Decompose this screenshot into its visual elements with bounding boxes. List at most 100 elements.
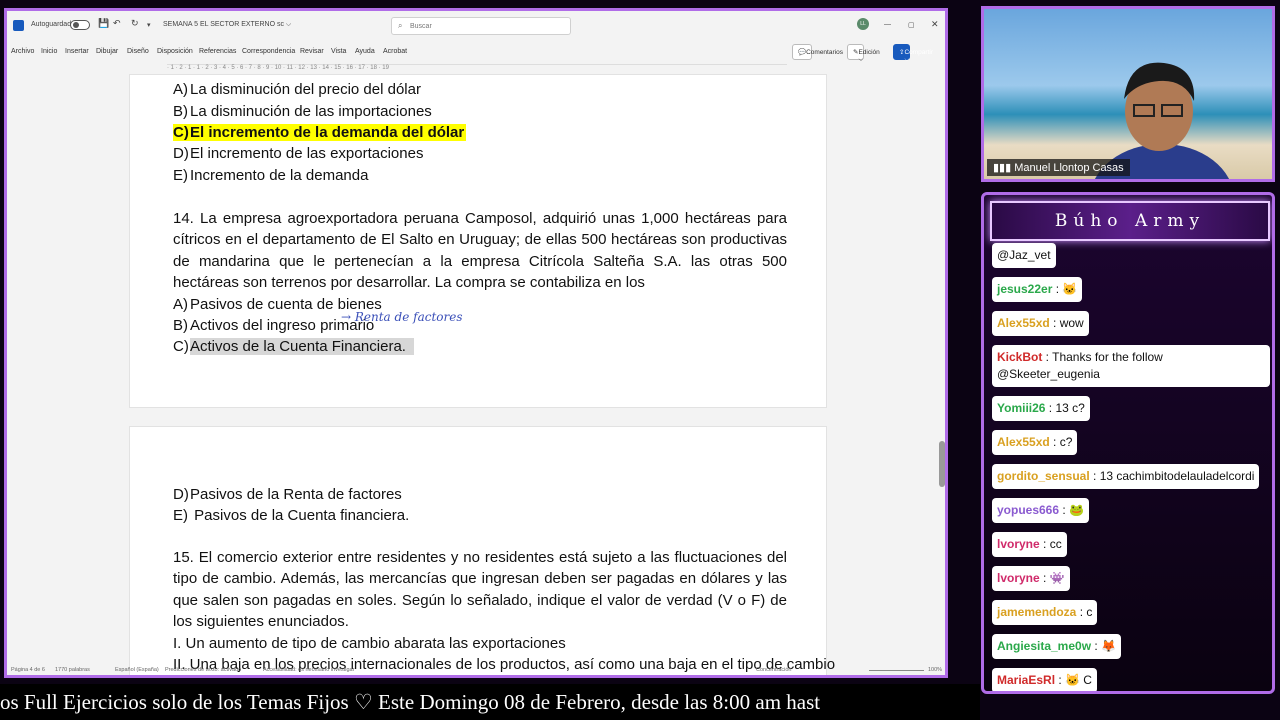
chat-text: @Jaz_vet: [997, 248, 1051, 262]
share-label: Compartir ⌵: [904, 49, 933, 63]
comments-button[interactable]: 💬 Comentarios: [792, 44, 843, 60]
chat-username[interactable]: gordito_sensual: [997, 469, 1090, 483]
redo-icon[interactable]: ↻: [131, 18, 139, 29]
chat-message: lvoryne : 👾: [992, 566, 1070, 591]
chat-text: : 13 c?: [1045, 401, 1085, 415]
option-letter: D): [173, 486, 189, 503]
question-15: 15. El comercio exterior entre residente…: [173, 549, 787, 630]
option-text: El incremento de las exportaciones: [190, 145, 424, 162]
chat-text: : 👾: [1039, 571, 1065, 585]
option-letter: C): [173, 124, 189, 141]
chat-message: jesus22er : 🐱: [992, 277, 1083, 302]
tab-referencias[interactable]: Referencias: [199, 48, 236, 55]
focus-mode[interactable]: Concentración: [756, 667, 791, 673]
customize-icon[interactable]: ▾: [147, 21, 151, 29]
save-icon[interactable]: 💾: [98, 18, 109, 29]
tab-vista[interactable]: Vista: [331, 48, 346, 55]
chat-text: : wow: [1049, 316, 1084, 330]
option-text: Pasivos de la Renta de factores: [190, 486, 402, 503]
tab-disposicion[interactable]: Disposición: [157, 48, 193, 55]
chat-username[interactable]: lvoryne: [997, 571, 1040, 585]
minimize-icon[interactable]: —: [884, 21, 891, 28]
tab-acrobat[interactable]: Acrobat: [383, 48, 407, 55]
zoom-level[interactable]: 100%: [928, 667, 942, 673]
chat-message: Yomiii26 : 13 c?: [992, 396, 1090, 421]
tab-diseno[interactable]: Diseño: [127, 48, 149, 55]
tab-correspondencia[interactable]: Correspondencia: [242, 48, 295, 55]
tab-revisar[interactable]: Revisar: [300, 48, 324, 55]
option-letter: A): [173, 296, 188, 313]
chat-message: @Jaz_vet: [992, 243, 1056, 268]
search-box[interactable]: ⌕ Buscar: [391, 17, 571, 35]
editing-button[interactable]: ✎ Edición ⌵: [847, 44, 880, 63]
chat-text: : 🐱 C: [1055, 673, 1092, 687]
tab-insertar[interactable]: Insertar: [65, 48, 89, 55]
question-14: 14. La empresa agroexportadora peruana C…: [173, 210, 787, 291]
option-line: E) Incremento de la demanda: [173, 165, 368, 186]
ruler: · 1 · 2 · 1 · 1 · 2 · 3 · 4 · 5 · 6 · 7 …: [167, 64, 787, 74]
chat-username[interactable]: Alex55xd: [997, 435, 1050, 449]
option-letter: A): [173, 81, 188, 98]
chat-text: : 🐱: [1052, 282, 1078, 296]
language[interactable]: Español (España): [115, 667, 159, 673]
chat-username[interactable]: lvoryne: [997, 537, 1040, 551]
tab-archivo[interactable]: Archivo: [11, 48, 34, 55]
selected-option-line[interactable]: C)Activos de la Cuenta Financiera.: [173, 336, 414, 357]
statement-1: I. Un aumento de tipo de cambio abarata …: [173, 635, 566, 652]
chat-message: yopues666 : 🐸: [992, 498, 1089, 523]
option-letter: B): [173, 103, 188, 120]
autosave-toggle[interactable]: [70, 20, 90, 30]
chat-text: : 13 cachimbitodelauladelcordi: [1089, 469, 1255, 483]
text-predictions[interactable]: Predicciones de texto: activado: [165, 667, 241, 673]
option-letter: D): [173, 145, 189, 162]
word-count[interactable]: 1770 palabras: [55, 667, 90, 673]
editing-label: Edición ⌵: [858, 49, 880, 63]
option-line: D)El incremento de las exportaciones: [173, 143, 423, 164]
presenter-name-label: ▮▮▮ Manuel Llontop Casas: [987, 159, 1130, 176]
option-line: D)Pasivos de la Renta de factores: [173, 484, 402, 505]
option-text: Incremento de la demanda: [190, 167, 369, 184]
option-text: El incremento de la demanda del dólar: [190, 124, 465, 141]
avatar[interactable]: LL: [857, 18, 869, 30]
option-letter: E): [173, 507, 188, 524]
undo-icon[interactable]: ↶: [113, 18, 121, 29]
chat-username[interactable]: KickBot: [997, 350, 1042, 364]
tab-inicio[interactable]: Inicio: [41, 48, 57, 55]
tab-dibujar[interactable]: Dibujar: [96, 48, 118, 55]
page-count[interactable]: Página 4 de 6: [11, 667, 45, 673]
selected-text[interactable]: Activos de la Cuenta Financiera.: [190, 338, 414, 355]
chat-text: : cc: [1039, 537, 1062, 551]
tab-ayuda[interactable]: Ayuda: [355, 48, 375, 55]
document-page-1: A) La disminución del precio del dólar B)…: [129, 74, 827, 408]
accessibility-status[interactable]: Accesibilidad: es necesario investigar: [263, 667, 354, 673]
chat-message: jamemendoza : c: [992, 600, 1098, 625]
chat-title: Búho Army: [990, 201, 1270, 241]
chat-username[interactable]: yopues666: [997, 503, 1059, 517]
chat-username[interactable]: Yomiii26: [997, 401, 1045, 415]
chat-username[interactable]: MariaEsRl: [997, 673, 1055, 687]
option-letter: B): [173, 317, 188, 334]
option-line: B) La disminución de las importaciones: [173, 101, 432, 122]
presenter-name: Manuel Llontop Casas: [1014, 162, 1124, 174]
share-button[interactable]: ⇪ Compartir ⌵: [893, 44, 933, 63]
chat-username[interactable]: jesus22er: [997, 282, 1052, 296]
word-logo-icon: [13, 20, 24, 31]
document-page-2: D)Pasivos de la Renta de factores E) Pas…: [129, 426, 835, 675]
chat-username[interactable]: Alex55xd: [997, 316, 1050, 330]
document-title[interactable]: SEMANA 5 EL SECTOR EXTERNO sc ⌵: [163, 21, 291, 29]
webcam-overlay: ▮▮▮ Manuel Llontop Casas: [981, 6, 1275, 182]
chat-username[interactable]: Angiesita_me0w: [997, 639, 1091, 653]
zoom-slider[interactable]: [869, 670, 924, 671]
option-text: La disminución del precio del dólar: [190, 81, 421, 98]
vertical-scrollbar[interactable]: [939, 441, 945, 487]
chat-username[interactable]: jamemendoza: [997, 605, 1076, 619]
title-bar: Autoguardado 💾 ↶ ↻ ▾ SEMANA 5 EL SECTOR …: [7, 11, 945, 41]
handwritten-annotation: → Renta de factores: [341, 310, 463, 324]
chat-messages: @Jaz_vet jesus22er : 🐱 Alex55xd : wow KickB…: [992, 243, 1272, 691]
option-line: E) Pasivos de la Cuenta financiera.: [173, 505, 409, 526]
maximize-icon[interactable]: ▢: [908, 21, 915, 29]
search-icon: ⌕: [398, 21, 403, 30]
signal-icon: ▮▮▮: [993, 162, 1015, 174]
option-letter: E): [173, 167, 188, 184]
close-icon[interactable]: ✕: [931, 19, 939, 30]
